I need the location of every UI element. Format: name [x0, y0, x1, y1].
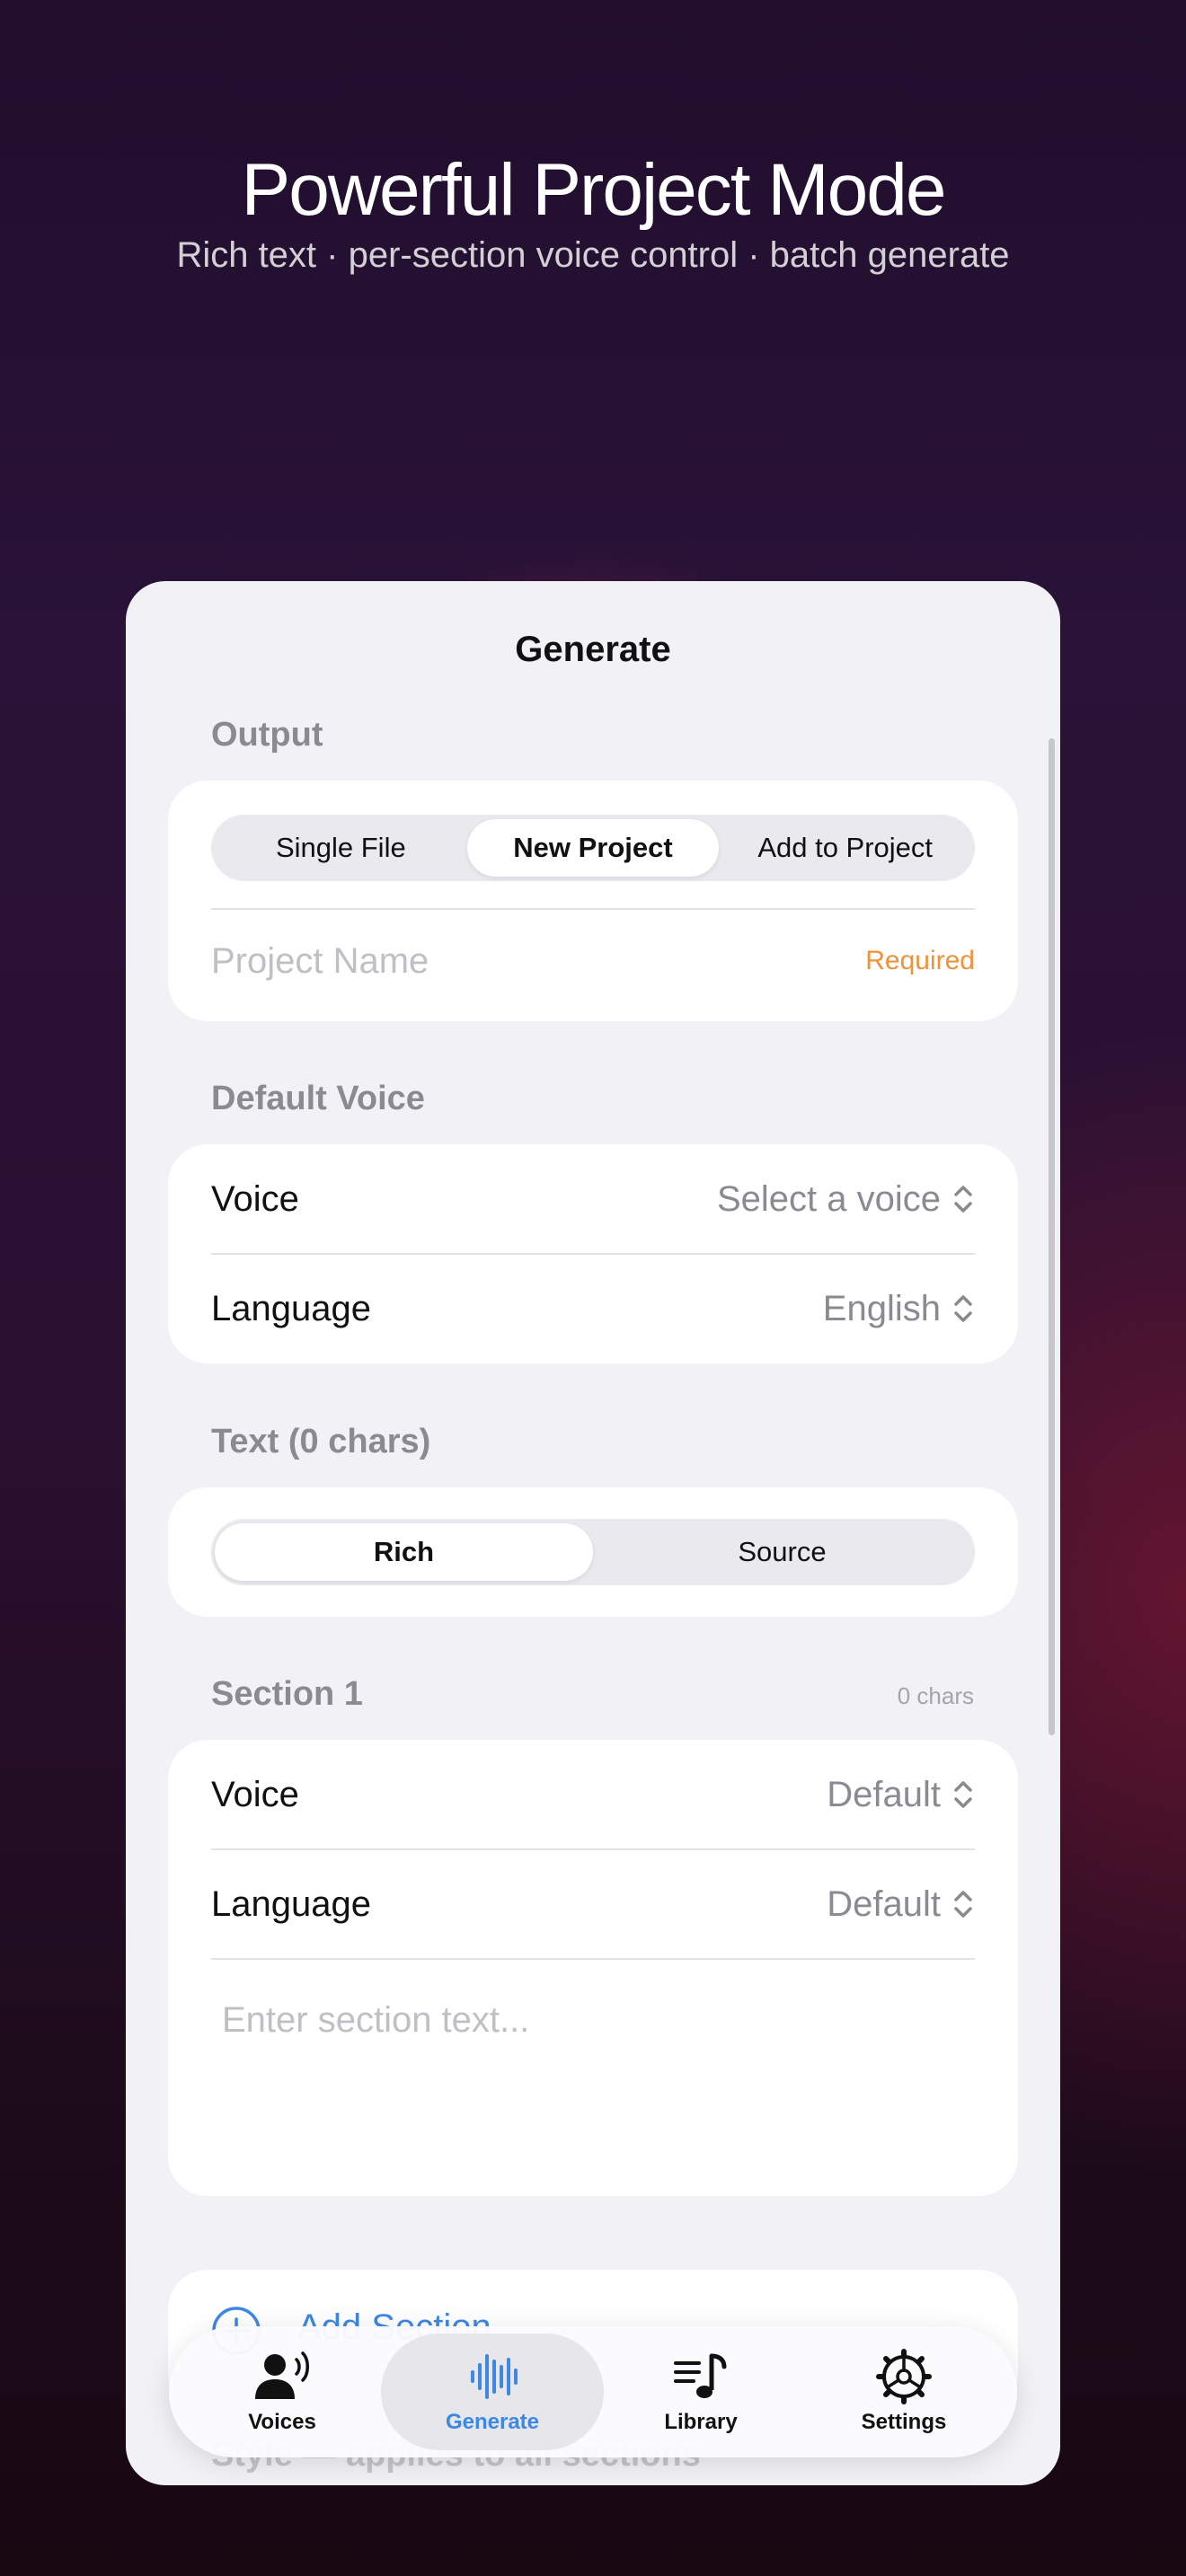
project-name-placeholder[interactable]: Project Name	[211, 941, 429, 982]
section-voice-picker[interactable]: Voice Default	[211, 1754, 975, 1835]
hero-title: Powerful Project Mode	[241, 149, 947, 231]
music-list-icon	[674, 2353, 727, 2398]
chevron-up-down-icon	[954, 1186, 972, 1213]
chevron-up-down-icon	[954, 1295, 972, 1322]
text-mode-card: Rich Source	[168, 1487, 1018, 1617]
chevron-up-down-icon	[954, 1781, 972, 1808]
chevron-up-down-icon	[954, 1891, 972, 1918]
voice-label: Voice	[211, 1178, 299, 1219]
section-voice-value: Default	[827, 1774, 941, 1814]
text-mode-rich[interactable]: Rich	[215, 1523, 593, 1581]
tab-settings-label: Settings	[861, 2410, 947, 2434]
divider	[211, 1958, 975, 1960]
section-1-label: Section 1	[211, 1675, 363, 1713]
project-name-field[interactable]: Project Name Required	[211, 921, 975, 1001]
output-mode-single-file[interactable]: Single File	[215, 819, 467, 877]
tab-bar: Voices Generate Library Settings	[169, 2326, 1017, 2457]
sheet-title: Generate	[515, 630, 671, 669]
hero-subtitle: Rich text · per-section voice control · …	[176, 235, 1010, 275]
text-mode-source[interactable]: Source	[593, 1523, 971, 1581]
text-section-label: Text (0 chars)	[211, 1423, 431, 1460]
divider	[211, 1848, 975, 1850]
tab-generate[interactable]: Generate	[381, 2333, 604, 2450]
person-speaking-icon	[255, 2351, 309, 2399]
divider	[211, 908, 975, 910]
divider	[211, 1253, 975, 1255]
output-card: Single File New Project Add to Project P…	[168, 781, 1018, 1021]
section-language-value: Default	[827, 1883, 941, 1924]
waveform-icon	[471, 2354, 518, 2399]
text-mode-segmented-control: Rich Source	[211, 1519, 975, 1585]
output-mode-add-to-project[interactable]: Add to Project	[719, 819, 971, 877]
tab-library[interactable]: Library	[589, 2333, 812, 2450]
scrollbar[interactable]	[1049, 738, 1055, 1735]
tab-settings[interactable]: Settings	[792, 2333, 1015, 2450]
output-section-label: Output	[211, 716, 323, 754]
tab-voices[interactable]: Voices	[171, 2333, 394, 2450]
section-voice-label: Voice	[211, 1774, 299, 1814]
default-language-picker[interactable]: Language English	[211, 1268, 975, 1349]
language-value: English	[822, 1288, 941, 1328]
default-voice-picker[interactable]: Voice Select a voice	[211, 1159, 975, 1239]
tab-generate-label: Generate	[445, 2410, 540, 2434]
section-language-picker[interactable]: Language Default	[211, 1864, 975, 1945]
section-1-card: Voice Default Language Default Enter sec…	[168, 1740, 1018, 2196]
section-char-count: 0 chars	[897, 1682, 974, 1709]
voice-value: Select a voice	[716, 1178, 941, 1219]
tab-library-label: Library	[664, 2410, 738, 2434]
required-label: Required	[865, 946, 975, 975]
gear-icon	[876, 2349, 932, 2404]
default-voice-card: Voice Select a voice Language English	[168, 1144, 1018, 1363]
generate-sheet: Generate Output Single File New Project …	[126, 581, 1060, 2485]
tab-voices-label: Voices	[248, 2410, 316, 2434]
language-label: Language	[211, 1288, 371, 1328]
section-text-input[interactable]: Enter section text...	[222, 2000, 529, 2041]
output-mode-segmented-control: Single File New Project Add to Project	[211, 815, 975, 881]
default-voice-section-label: Default Voice	[211, 1080, 425, 1117]
section-language-label: Language	[211, 1883, 371, 1924]
output-mode-new-project[interactable]: New Project	[466, 819, 720, 877]
